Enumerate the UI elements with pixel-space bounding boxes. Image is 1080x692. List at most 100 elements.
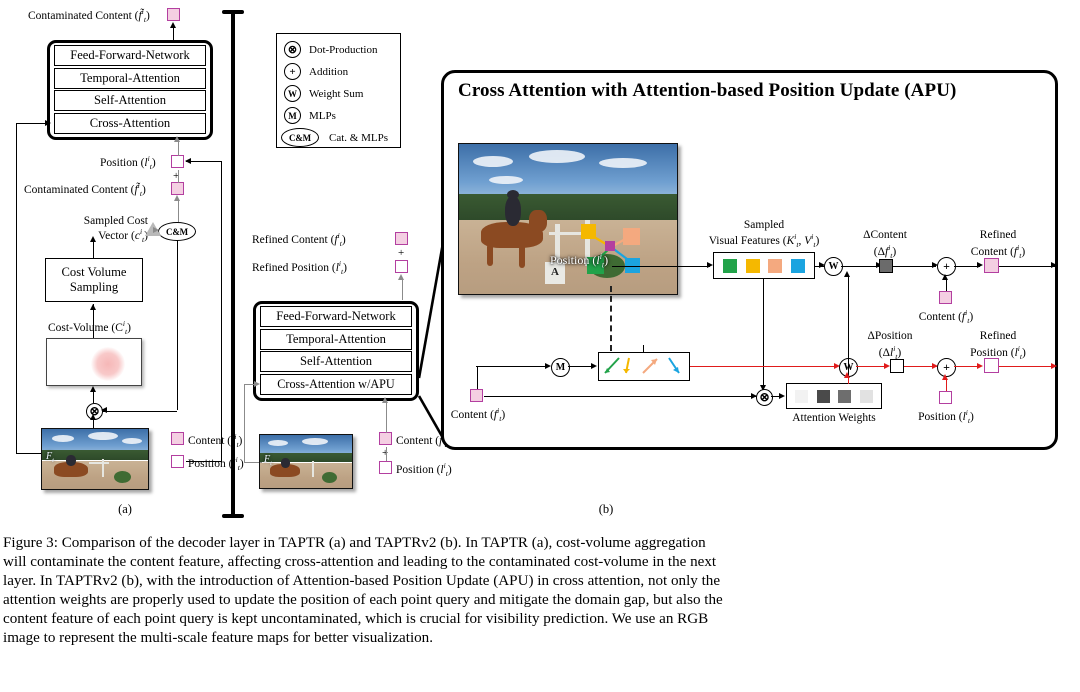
panel-b-left-tokens-up <box>385 401 387 433</box>
dot-product-icon: ⊗ <box>284 41 301 58</box>
panel-a-frame-image: Ft <box>41 428 149 490</box>
panel-b-refined-position-label: Refined Position (lit) <box>252 259 347 277</box>
apu-refined-position-label: Refined Position (lit) <box>970 330 1026 361</box>
apu-weights-to-bottom-w-arrow-icon <box>844 372 850 378</box>
apu-content-input-label: Content (fit) <box>450 406 506 424</box>
apu-position-token <box>939 391 952 404</box>
panel-a-block-cross: Cross-Attention <box>54 112 206 134</box>
apu-dot-product-op-label: ⊗ <box>759 390 770 404</box>
panel-a-frame-cloud-3 <box>122 438 142 444</box>
attention-weight-2 <box>816 389 830 403</box>
panel-divider-cap-bottom <box>222 514 244 518</box>
addition-icon: + <box>284 63 301 80</box>
apu-mlp-op-label: M <box>555 361 566 373</box>
apu-content-label: Content (fit) <box>918 308 974 326</box>
apu-weight-sum-top-label: W <box>828 261 839 272</box>
panel-a-position-label-bottom: Position (lit) <box>188 455 244 473</box>
legend-label-weight-sum: Weight Sum <box>309 87 364 100</box>
apu-sampled-visual-features-box <box>713 252 815 279</box>
apu-content-input-token <box>470 389 483 402</box>
apu-content-to-plus-arrow-icon <box>942 274 948 280</box>
panel-b-frame-cloud-2 <box>302 438 328 445</box>
panel-a-content-to-dot-h <box>102 410 177 412</box>
apu-content-add-label: + <box>943 259 950 273</box>
legend-row-addition: + Addition <box>284 63 348 80</box>
panel-a-cv-up-line2 <box>93 304 94 318</box>
legend-row-weight-sum: W Weight Sum <box>284 85 363 102</box>
panel-a-dot-to-cv-arrow-icon <box>89 386 96 392</box>
panel-a-block-temporal-label: Temporal-Attention <box>80 70 180 85</box>
panel-a-tri-arrow-icon <box>153 227 159 233</box>
apu-refined-content-line1: Refined <box>979 229 1017 241</box>
legend-row-mlps: M MLPs <box>284 107 336 124</box>
panel-a-frame-trees <box>42 450 148 461</box>
apu-delta-position-token <box>890 359 904 373</box>
apu-arrows-top-tick <box>643 345 644 352</box>
panel-b-frame-trees <box>260 453 352 462</box>
feature-chip-green <box>722 258 737 273</box>
panel-b-frame-fence-1 <box>312 461 314 477</box>
attention-weight-4 <box>859 389 873 403</box>
panel-a-contaminated-content-top-label: Contaminated Content (f̃it) <box>28 7 150 25</box>
apu-svf-line1: Sampled <box>743 219 785 231</box>
panel-a-contaminated-content-mid-label: Contaminated Content (f̃it) <box>24 181 146 199</box>
legend-row-cat-mlps: C&M Cat. & MLPs <box>281 128 388 147</box>
panel-a-mid-link <box>177 170 179 183</box>
apu-plus-to-refined-arrow-icon <box>977 262 983 268</box>
panel-b-block-ffn-label: Feed-Forward-Network <box>276 309 396 323</box>
feature-chip-yellow <box>745 258 760 273</box>
panel-a-cvs-line2: Sampling <box>69 280 119 294</box>
apu-delta-position-line1: ΔPosition <box>867 330 913 342</box>
panel-b-left-content-token <box>379 432 392 445</box>
panel-a-block-ffn: Feed-Forward-Network <box>54 45 206 66</box>
panel-a-cost-volume-label: Cost-Volume (Cit) <box>48 319 131 337</box>
panel-a-cvs-to-tri-line <box>93 240 94 258</box>
apu-mlp-op: M <box>551 357 570 377</box>
apu-weight-sum-top-op: W <box>824 257 843 276</box>
panel-a-position-token <box>171 155 184 168</box>
apu-w-to-dcontent-line <box>841 265 880 267</box>
panel-a-content-to-dot-arrow-icon <box>101 407 107 413</box>
panel-a-pos-feedback-v <box>221 161 222 461</box>
apu-dcontent-to-plus-line <box>893 265 936 267</box>
panel-divider <box>231 12 235 518</box>
apu-plus-to-refined-position-arrow-icon <box>977 362 983 369</box>
panel-a-contaminated-content-top-token <box>167 8 180 21</box>
apu-features-drop-line <box>763 279 764 389</box>
panel-a-out-arrow-icon <box>169 22 176 28</box>
panel-b-refined-position-token <box>395 260 408 273</box>
panel-b-block-self: Self-Attention <box>260 351 412 372</box>
apu-red-line-1 <box>690 366 838 367</box>
panel-b-cross-arrow-icon <box>254 380 260 387</box>
panel-a-content-token <box>171 432 184 445</box>
apu-position-dashed-line <box>610 286 612 351</box>
apu-delta-content-line1: ΔContent <box>863 229 907 241</box>
legend-label-mlps: MLPs <box>309 109 336 122</box>
legend-label-cat-mlps: Cat. & MLPs <box>329 131 388 144</box>
weight-sum-icon: W <box>284 85 301 102</box>
panel-b-left-plus: + <box>398 247 405 259</box>
apu-refined-position-token <box>984 358 999 373</box>
panel-b-block-self-label: Self-Attention <box>299 354 373 368</box>
caption-line-4: attention weights are properly used to u… <box>3 592 723 609</box>
apu-weight-sum-bottom-label: W <box>843 361 854 373</box>
apu-attention-weights-box <box>786 383 882 409</box>
apu-position-on-image-label: Position (lit) <box>550 252 609 270</box>
panel-b-frame-rider <box>281 458 290 468</box>
panel-a-cost-volume-sampling-box: Cost Volume Sampling <box>45 258 143 302</box>
figure-caption: Figure 3: Comparison of the decoder laye… <box>3 534 1077 648</box>
legend-row-dot-product: ⊗ Dot-Production <box>284 41 377 58</box>
apu-sample-square-peach <box>623 228 640 245</box>
panel-b-refined-content-token <box>395 232 408 245</box>
apu-refined-content-out-line <box>999 265 1055 267</box>
panel-a-block-ffn-label: Feed-Forward-Network <box>70 48 190 62</box>
attention-weight-3 <box>838 389 852 403</box>
panel-b-left-out-line <box>401 278 403 300</box>
panel-b-left-tokens-link <box>385 447 387 461</box>
apu-content-up-line <box>476 366 478 389</box>
apu-refined-content-token <box>984 258 999 273</box>
panel-a-pos-feedback-h <box>186 161 221 162</box>
panel-a-caption-label: (a) <box>118 502 132 516</box>
apu-dot-product-op: ⊗ <box>756 389 773 406</box>
panel-b-block-cross-apu-label: Cross-Attention w/APU <box>277 376 395 391</box>
